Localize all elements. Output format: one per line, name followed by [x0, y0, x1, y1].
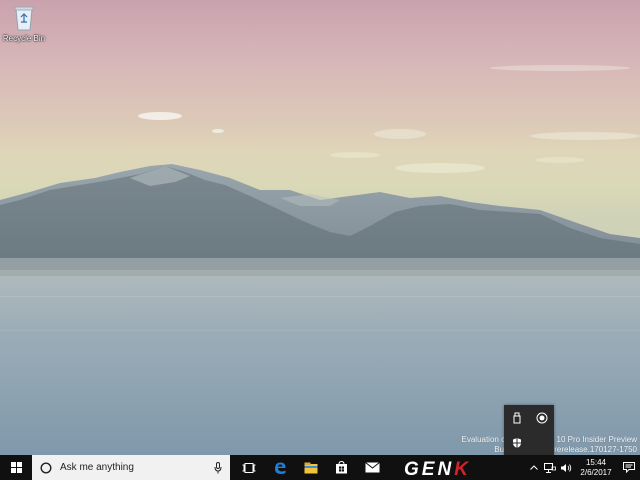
- task-view-icon: [242, 462, 255, 473]
- windows-logo-icon: [10, 462, 22, 473]
- search-placeholder[interactable]: Ask me anything: [60, 462, 214, 473]
- mail-button[interactable]: [357, 455, 388, 480]
- store-icon: [336, 461, 347, 474]
- cloud: [138, 112, 182, 120]
- shield-icon[interactable]: [504, 430, 529, 455]
- edge-icon: [274, 462, 285, 474]
- file-explorer-icon: [304, 462, 317, 473]
- cortana-circle-icon: [40, 461, 52, 474]
- record-icon[interactable]: [529, 405, 554, 430]
- desktop-icon-recycle-bin[interactable]: Recycle Bin: [2, 4, 46, 50]
- task-view-button[interactable]: [233, 455, 264, 480]
- genk-watermark-logo: GENK: [404, 455, 514, 480]
- desktop[interactable]: Recycle Bin Evaluation copy. Windows 10 …: [0, 0, 640, 455]
- wallpaper: [0, 65, 640, 455]
- store-button[interactable]: [326, 455, 357, 480]
- desktop-icon-label: Recycle Bin: [2, 34, 46, 43]
- notification-overflow-flyout: [504, 405, 554, 455]
- clock-date: 2/6/2017: [580, 467, 612, 477]
- taskbar: Ask me anything GENK 15:44 2/6/2017: [0, 455, 640, 480]
- volume-icon[interactable]: [559, 455, 573, 480]
- svg-text:GENK: GENK: [404, 459, 471, 478]
- start-button[interactable]: [0, 455, 32, 480]
- clock-time: 15:44: [585, 457, 607, 467]
- notification-icon: [623, 462, 635, 473]
- microphone-icon[interactable]: [214, 461, 222, 474]
- action-center-button[interactable]: [618, 455, 640, 480]
- taskbar-clock[interactable]: 15:44 2/6/2017: [574, 458, 618, 478]
- usb-drive-icon[interactable]: [504, 405, 529, 430]
- system-tray: 15:44 2/6/2017: [526, 455, 640, 480]
- recycle-bin-icon: [12, 4, 36, 32]
- mail-icon: [365, 462, 380, 473]
- cortana-search-box[interactable]: Ask me anything: [32, 455, 230, 480]
- edge-button[interactable]: [264, 455, 295, 480]
- network-icon[interactable]: [543, 455, 557, 480]
- file-explorer-button[interactable]: [295, 455, 326, 480]
- chevron-up-icon[interactable]: [527, 455, 541, 480]
